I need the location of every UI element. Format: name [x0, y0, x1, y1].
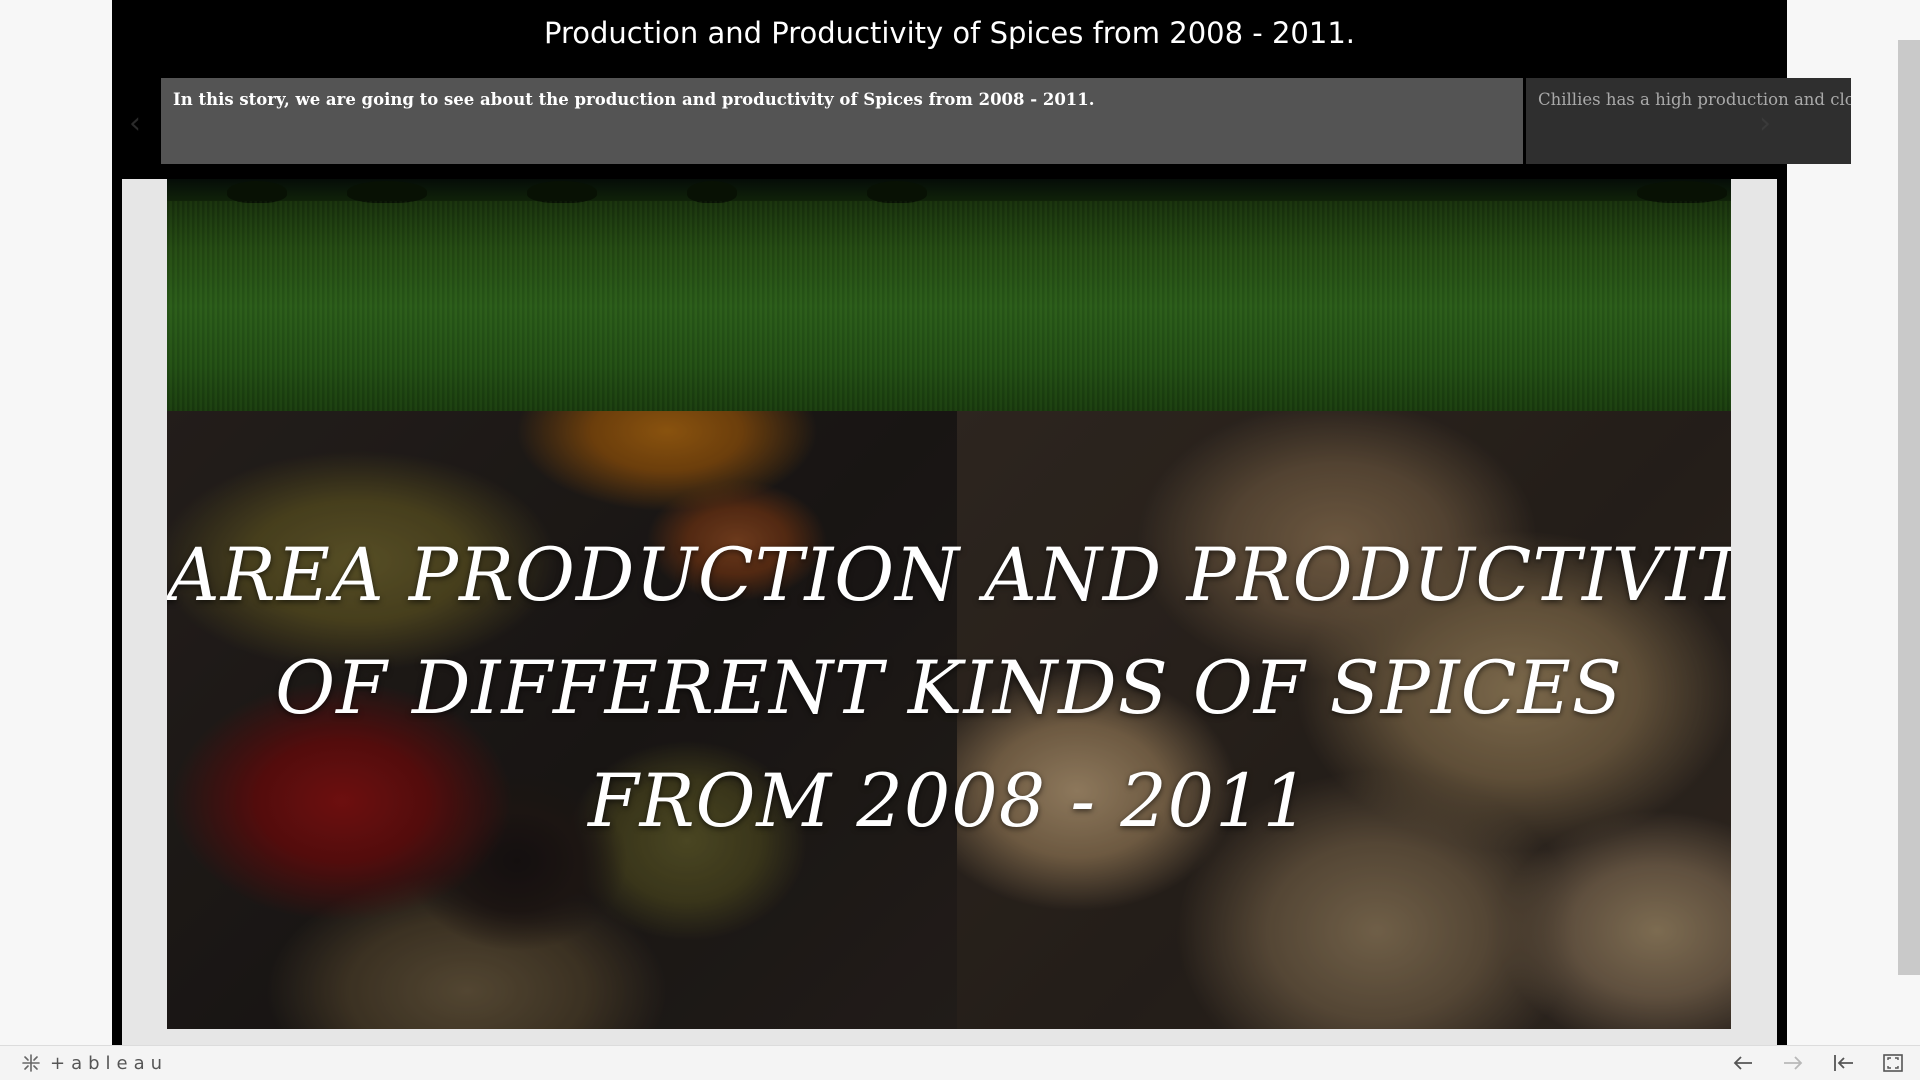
tableau-logo[interactable]: +ableau [20, 1052, 168, 1074]
spices-image: AREA PRODUCTION AND PRODUCTIVITY OF DIFF… [167, 411, 1731, 1029]
undo-button[interactable] [1728, 1050, 1758, 1076]
field-shade [167, 179, 1731, 411]
fullscreen-icon [1883, 1054, 1903, 1072]
arrow-left-icon [1733, 1056, 1752, 1070]
previous-storypoint-button[interactable]: ‹ [122, 104, 148, 144]
dashboard-headline: AREA PRODUCTION AND PRODUCTIVITY OF DIFF… [167, 519, 1731, 858]
storypoint-2[interactable]: Chillies has a high production and clove [1526, 78, 1851, 164]
dashboard-canvas: AREA PRODUCTION AND PRODUCTIVITY OF DIFF… [167, 179, 1731, 1029]
bottom-toolbar: +ableau [0, 1045, 1920, 1080]
chevron-left-icon: ‹ [129, 106, 141, 141]
headline-line-3: FROM 2008 - 2011 [587, 759, 1311, 844]
story-frame: Production and Productivity of Spices fr… [112, 0, 1851, 1045]
field-image [167, 179, 1731, 411]
revert-icon [1834, 1055, 1853, 1071]
dashboard-area: AREA PRODUCTION AND PRODUCTIVITY OF DIFF… [122, 179, 1777, 1045]
tableau-story-page: Production and Productivity of Spices fr… [0, 0, 1920, 1080]
redo-button[interactable] [1778, 1050, 1808, 1076]
storypoint-1[interactable]: In this story, we are going to see about… [161, 78, 1523, 164]
story-title: Production and Productivity of Spices fr… [543, 16, 1355, 50]
revert-button[interactable] [1828, 1050, 1858, 1076]
scrollbar-thumb[interactable] [1898, 40, 1920, 975]
headline-line-1: AREA PRODUCTION AND PRODUCTIVITY [167, 533, 1731, 618]
tableau-wordmark: +ableau [50, 1052, 169, 1074]
next-storypoint-button[interactable]: › [1752, 104, 1778, 144]
chevron-right-icon: › [1759, 106, 1771, 141]
fullscreen-button[interactable] [1878, 1050, 1908, 1076]
arrow-right-icon [1784, 1056, 1803, 1070]
headline-line-2: OF DIFFERENT KINDS OF SPICES [275, 646, 1623, 731]
tableau-logo-icon [22, 1054, 40, 1072]
